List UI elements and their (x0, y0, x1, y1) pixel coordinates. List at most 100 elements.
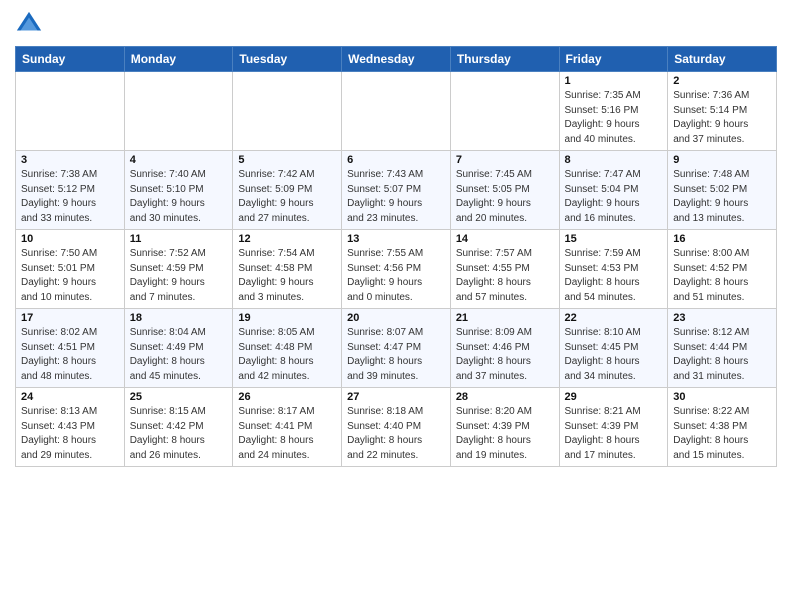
day-info: Sunrise: 8:12 AM Sunset: 4:44 PM Dayligh… (673, 326, 771, 384)
day-number: 22 (565, 312, 663, 324)
day-number: 18 (130, 312, 228, 324)
day-info: Sunrise: 7:45 AM Sunset: 5:05 PM Dayligh… (456, 168, 554, 226)
day-info: Sunrise: 7:35 AM Sunset: 5:16 PM Dayligh… (565, 89, 663, 147)
calendar-cell-16: 16Sunrise: 8:00 AM Sunset: 4:52 PM Dayli… (668, 230, 777, 309)
calendar-cell-14: 14Sunrise: 7:57 AM Sunset: 4:55 PM Dayli… (450, 230, 559, 309)
day-info: Sunrise: 8:07 AM Sunset: 4:47 PM Dayligh… (347, 326, 445, 384)
day-number: 28 (456, 391, 554, 403)
calendar-cell-2: 2Sunrise: 7:36 AM Sunset: 5:14 PM Daylig… (668, 72, 777, 151)
calendar-cell-22: 22 Sunrise: 8:10 AM Sunset: 4:45 PM Dayli… (559, 309, 668, 388)
calendar-cell-24: 24 Sunrise: 8:13 AM Sunset: 4:43 PM Dayli… (16, 388, 125, 467)
day-number: 9 (673, 154, 771, 166)
day-number: 11 (130, 233, 228, 245)
calendar-week-3: 10 Sunrise: 7:50 AM Sunset: 5:01 PM Dayli… (16, 230, 777, 309)
day-number: 25 (130, 391, 228, 403)
day-info: Sunrise: 8:22 AM Sunset: 4:38 PM Dayligh… (673, 405, 771, 463)
calendar-header-row: SundayMondayTuesdayWednesdayThursdayFrid… (16, 47, 777, 72)
calendar-cell-20: 20 Sunrise: 8:07 AM Sunset: 4:47 PM Dayli… (342, 309, 451, 388)
day-info: Sunrise: 7:54 AM Sunset: 4:58 PM Dayligh… (238, 247, 336, 305)
day-info: Sunrise: 8:09 AM Sunset: 4:46 PM Dayligh… (456, 326, 554, 384)
day-info: Sunrise: 8:18 AM Sunset: 4:40 PM Dayligh… (347, 405, 445, 463)
calendar-cell-15: 15 Sunrise: 7:59 AM Sunset: 4:53 PM Dayli… (559, 230, 668, 309)
calendar-cell-8: 8 Sunrise: 7:47 AM Sunset: 5:04 PM Daylig… (559, 151, 668, 230)
day-info: Sunrise: 8:17 AM Sunset: 4:41 PM Dayligh… (238, 405, 336, 463)
day-info: Sunrise: 8:15 AM Sunset: 4:42 PM Dayligh… (130, 405, 228, 463)
day-info: Sunrise: 8:02 AM Sunset: 4:51 PM Dayligh… (21, 326, 119, 384)
calendar-cell-1: 1 Sunrise: 7:35 AM Sunset: 5:16 PM Daylig… (559, 72, 668, 151)
day-number: 6 (347, 154, 445, 166)
calendar-cell-9: 9 Sunrise: 7:48 AM Sunset: 5:02 PM Daylig… (668, 151, 777, 230)
day-number: 3 (21, 154, 119, 166)
calendar-cell-18: 18 Sunrise: 8:04 AM Sunset: 4:49 PM Dayli… (124, 309, 233, 388)
logo (15, 10, 47, 38)
calendar-cell-3: 3 Sunrise: 7:38 AM Sunset: 5:12 PM Daylig… (16, 151, 125, 230)
day-info: Sunrise: 8:00 AM Sunset: 4:52 PM Dayligh… (673, 247, 771, 305)
calendar-cell-5: 5 Sunrise: 7:42 AM Sunset: 5:09 PM Daylig… (233, 151, 342, 230)
col-header-saturday: Saturday (668, 47, 777, 72)
day-number: 19 (238, 312, 336, 324)
calendar-cell-17: 17 Sunrise: 8:02 AM Sunset: 4:51 PM Dayli… (16, 309, 125, 388)
calendar-table: SundayMondayTuesdayWednesdayThursdayFrid… (15, 46, 777, 467)
logo-icon (15, 10, 43, 38)
col-header-sunday: Sunday (16, 47, 125, 72)
calendar-cell-23: 23Sunrise: 8:12 AM Sunset: 4:44 PM Dayli… (668, 309, 777, 388)
day-number: 21 (456, 312, 554, 324)
day-info: Sunrise: 7:52 AM Sunset: 4:59 PM Dayligh… (130, 247, 228, 305)
calendar-cell-26: 26 Sunrise: 8:17 AM Sunset: 4:41 PM Dayli… (233, 388, 342, 467)
calendar-cell-21: 21 Sunrise: 8:09 AM Sunset: 4:46 PM Dayli… (450, 309, 559, 388)
day-number: 12 (238, 233, 336, 245)
col-header-thursday: Thursday (450, 47, 559, 72)
header (15, 10, 777, 38)
col-header-monday: Monday (124, 47, 233, 72)
calendar-week-1: 1 Sunrise: 7:35 AM Sunset: 5:16 PM Daylig… (16, 72, 777, 151)
calendar-cell-28: 28 Sunrise: 8:20 AM Sunset: 4:39 PM Dayli… (450, 388, 559, 467)
day-number: 30 (673, 391, 771, 403)
day-number: 26 (238, 391, 336, 403)
day-info: Sunrise: 7:59 AM Sunset: 4:53 PM Dayligh… (565, 247, 663, 305)
day-info: Sunrise: 8:20 AM Sunset: 4:39 PM Dayligh… (456, 405, 554, 463)
day-number: 10 (21, 233, 119, 245)
day-info: Sunrise: 7:55 AM Sunset: 4:56 PM Dayligh… (347, 247, 445, 305)
calendar-cell-12: 12 Sunrise: 7:54 AM Sunset: 4:58 PM Dayli… (233, 230, 342, 309)
day-number: 5 (238, 154, 336, 166)
day-number: 27 (347, 391, 445, 403)
day-number: 24 (21, 391, 119, 403)
page: SundayMondayTuesdayWednesdayThursdayFrid… (0, 0, 792, 612)
day-info: Sunrise: 8:10 AM Sunset: 4:45 PM Dayligh… (565, 326, 663, 384)
day-info: Sunrise: 8:04 AM Sunset: 4:49 PM Dayligh… (130, 326, 228, 384)
day-number: 17 (21, 312, 119, 324)
day-number: 4 (130, 154, 228, 166)
calendar-cell-10: 10 Sunrise: 7:50 AM Sunset: 5:01 PM Dayli… (16, 230, 125, 309)
day-info: Sunrise: 7:38 AM Sunset: 5:12 PM Dayligh… (21, 168, 119, 226)
day-info: Sunrise: 8:21 AM Sunset: 4:39 PM Dayligh… (565, 405, 663, 463)
day-info: Sunrise: 7:48 AM Sunset: 5:02 PM Dayligh… (673, 168, 771, 226)
calendar-week-4: 17 Sunrise: 8:02 AM Sunset: 4:51 PM Dayli… (16, 309, 777, 388)
day-info: Sunrise: 7:50 AM Sunset: 5:01 PM Dayligh… (21, 247, 119, 305)
calendar-week-2: 3 Sunrise: 7:38 AM Sunset: 5:12 PM Daylig… (16, 151, 777, 230)
calendar-cell-7: 7Sunrise: 7:45 AM Sunset: 5:05 PM Daylig… (450, 151, 559, 230)
calendar-cell-27: 27 Sunrise: 8:18 AM Sunset: 4:40 PM Dayli… (342, 388, 451, 467)
day-info: Sunrise: 7:47 AM Sunset: 5:04 PM Dayligh… (565, 168, 663, 226)
calendar-week-5: 24 Sunrise: 8:13 AM Sunset: 4:43 PM Dayli… (16, 388, 777, 467)
day-number: 20 (347, 312, 445, 324)
day-number: 1 (565, 75, 663, 87)
day-info: Sunrise: 7:43 AM Sunset: 5:07 PM Dayligh… (347, 168, 445, 226)
calendar-cell-19: 19Sunrise: 8:05 AM Sunset: 4:48 PM Dayli… (233, 309, 342, 388)
col-header-tuesday: Tuesday (233, 47, 342, 72)
day-number: 15 (565, 233, 663, 245)
calendar-cell-13: 13 Sunrise: 7:55 AM Sunset: 4:56 PM Dayli… (342, 230, 451, 309)
day-info: Sunrise: 7:36 AM Sunset: 5:14 PM Dayligh… (673, 89, 771, 147)
calendar-cell-30: 30 Sunrise: 8:22 AM Sunset: 4:38 PM Dayli… (668, 388, 777, 467)
calendar-cell-29: 29Sunrise: 8:21 AM Sunset: 4:39 PM Dayli… (559, 388, 668, 467)
calendar-cell-4: 4Sunrise: 7:40 AM Sunset: 5:10 PM Daylig… (124, 151, 233, 230)
day-info: Sunrise: 7:57 AM Sunset: 4:55 PM Dayligh… (456, 247, 554, 305)
col-header-friday: Friday (559, 47, 668, 72)
calendar-cell-empty (16, 72, 125, 151)
day-info: Sunrise: 7:42 AM Sunset: 5:09 PM Dayligh… (238, 168, 336, 226)
day-number: 8 (565, 154, 663, 166)
calendar-cell-empty (450, 72, 559, 151)
col-header-wednesday: Wednesday (342, 47, 451, 72)
calendar-cell-6: 6 Sunrise: 7:43 AM Sunset: 5:07 PM Daylig… (342, 151, 451, 230)
day-info: Sunrise: 8:13 AM Sunset: 4:43 PM Dayligh… (21, 405, 119, 463)
day-number: 13 (347, 233, 445, 245)
